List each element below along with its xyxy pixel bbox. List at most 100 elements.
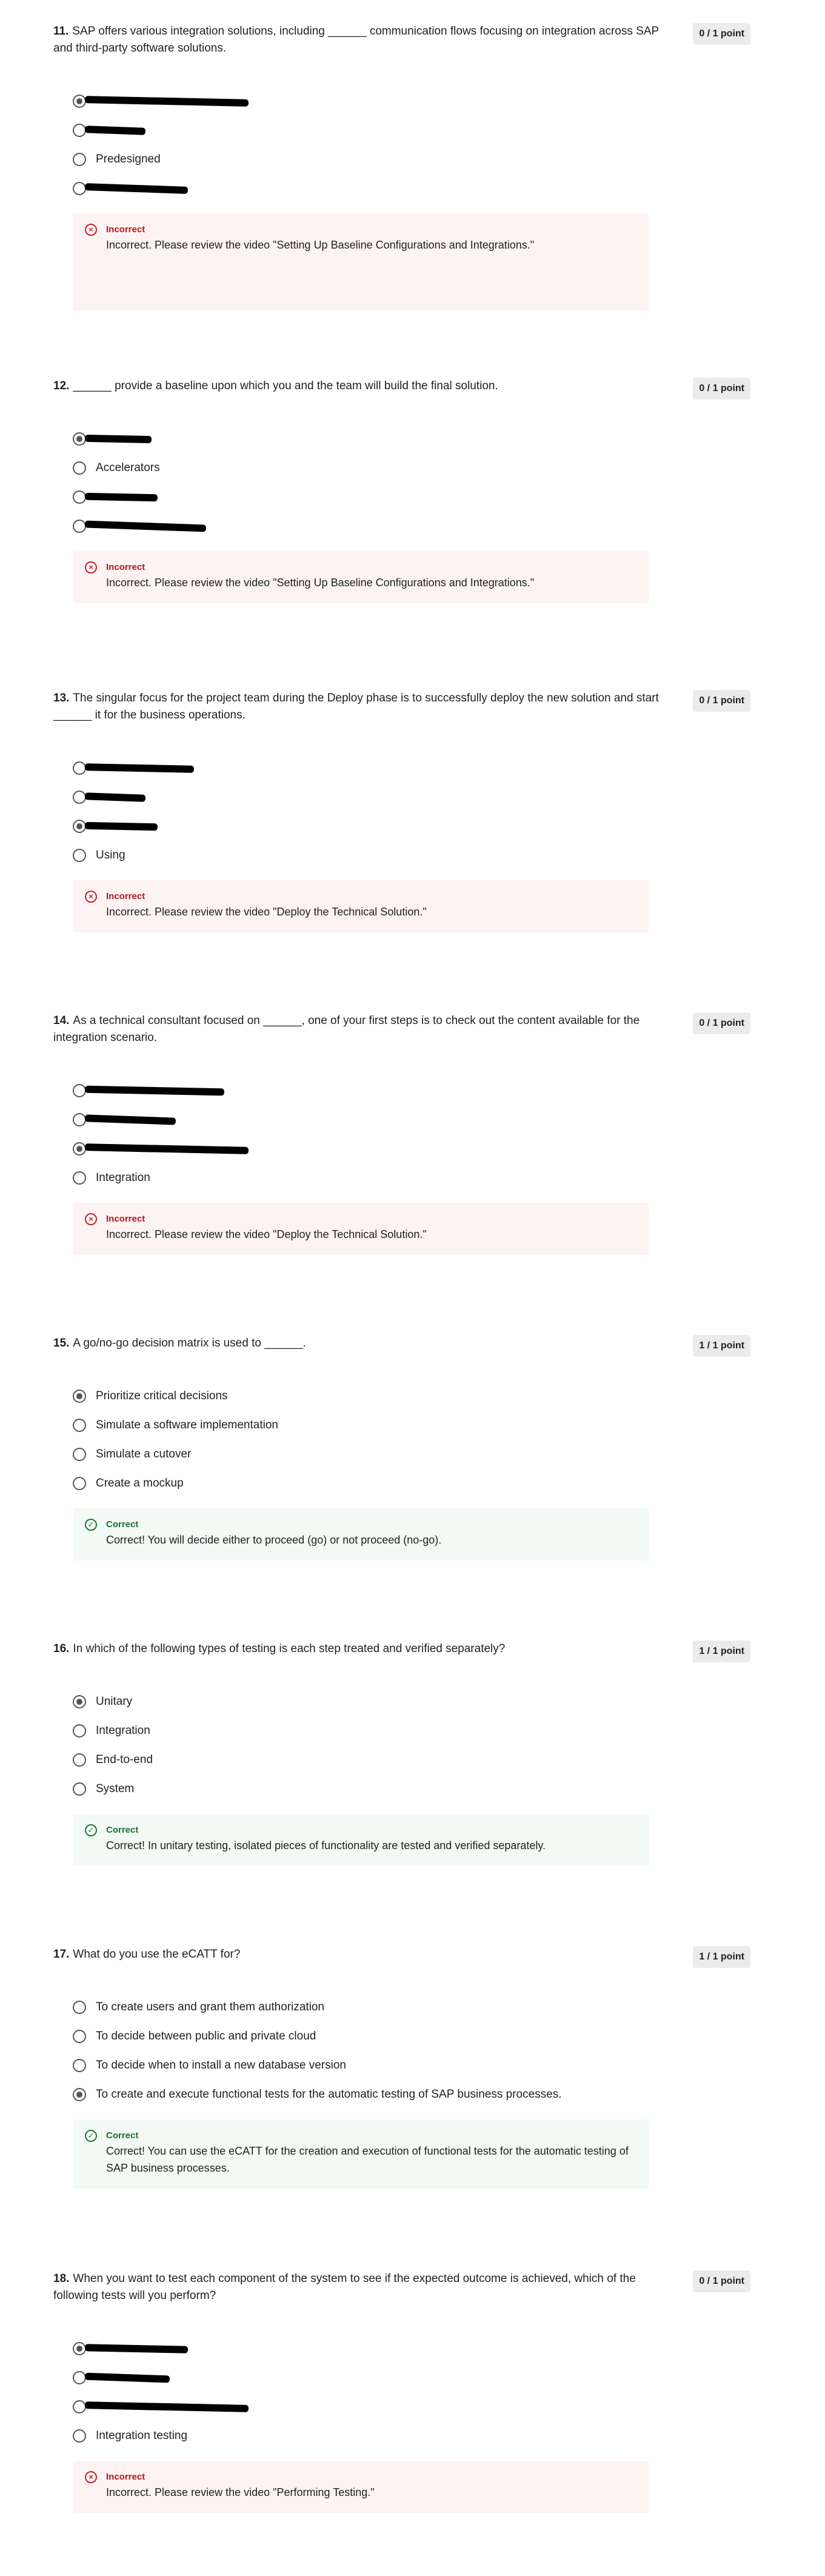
question-text: 15. A go/no-go decision matrix is used to… — [53, 1335, 750, 1357]
radio-unselected-icon[interactable] — [73, 124, 86, 137]
radio-unselected-icon[interactable] — [73, 1419, 86, 1432]
radio-selected-icon[interactable] — [73, 1695, 86, 1708]
points-badge: 0 / 1 point — [693, 2270, 750, 2292]
feedback-incorrect: × Incorrect Incorrect. Please review the v… — [73, 551, 649, 603]
radio-selected-icon[interactable] — [73, 2342, 86, 2355]
radio-selected-icon[interactable] — [73, 1390, 86, 1403]
redaction-mark — [84, 1143, 249, 1154]
close-icon: × — [85, 2471, 97, 2483]
answer-options: Using — [73, 748, 750, 875]
feedback-text: Correct! In unitary testing, isolated pi… — [106, 1839, 546, 1852]
radio-unselected-icon[interactable] — [73, 520, 86, 533]
radio-unselected-icon[interactable] — [73, 2001, 86, 2014]
redaction-mark — [84, 2372, 170, 2383]
radio-unselected-icon[interactable] — [73, 1753, 86, 1767]
question-12: 12. ______ provide a baseline upon which … — [53, 378, 750, 603]
answer-option-label: End-to-end — [96, 1753, 153, 1766]
answer-option-label: System — [96, 1782, 135, 1795]
radio-unselected-icon[interactable] — [73, 1782, 86, 1796]
feedback-incorrect: × Incorrect Incorrect. Please review the v… — [73, 880, 649, 932]
answer-option-label: Simulate a cutover — [96, 1448, 192, 1460]
answer-option-label: Unitary — [96, 1695, 133, 1708]
answer-option-label: Create a mockup — [96, 1477, 184, 1490]
feedback-text: Correct! You will decide either to proce… — [106, 1534, 442, 1546]
question-text: 11. SAP offers various integration soluti… — [53, 23, 750, 57]
question-prompt: The singular focus for the project team … — [53, 692, 659, 721]
answer-option[interactable] — [73, 506, 750, 546]
radio-unselected-icon[interactable] — [73, 1448, 86, 1461]
feedback-correct: ✓ Correct Correct! You can use the eCATT f… — [73, 2119, 649, 2189]
radio-unselected-icon[interactable] — [73, 153, 86, 166]
radio-unselected-icon[interactable] — [73, 1477, 86, 1490]
question-text: 14. As a technical consultant focused on … — [53, 1012, 750, 1046]
answer-option[interactable]: Create a mockup — [73, 1464, 750, 1504]
feedback-title: Correct — [106, 2130, 139, 2141]
feedback-title: Incorrect — [106, 224, 145, 235]
redaction-mark — [84, 183, 189, 194]
question-text: 13. The singular focus for the project te… — [53, 690, 750, 724]
radio-unselected-icon[interactable] — [73, 1084, 86, 1097]
points-badge: 1 / 1 point — [693, 1335, 750, 1357]
question-number: 15. — [53, 1337, 70, 1350]
answer-option[interactable]: Integration — [73, 1158, 750, 1198]
radio-unselected-icon[interactable] — [73, 182, 86, 195]
answer-options: Integration testing — [73, 2329, 750, 2456]
answer-option-label: Using — [96, 849, 125, 861]
points-badge: 1 / 1 point — [693, 1946, 750, 1968]
feedback-title: Incorrect — [106, 1214, 145, 1224]
question-prompt: SAP offers various integration solutions… — [53, 25, 659, 55]
answer-option[interactable]: Integration testing — [73, 2416, 750, 2456]
answer-option-label: Prioritize critical decisions — [96, 1390, 228, 1402]
question-text: 17. What do you use the eCATT for? 1 / 1 p… — [53, 1946, 750, 1968]
radio-unselected-icon[interactable] — [73, 1724, 86, 1738]
radio-unselected-icon[interactable] — [73, 2429, 86, 2443]
check-icon: ✓ — [85, 1519, 97, 1531]
redaction-mark — [84, 125, 146, 135]
radio-unselected-icon[interactable] — [73, 490, 86, 504]
radio-unselected-icon[interactable] — [73, 2400, 86, 2414]
radio-unselected-icon[interactable] — [73, 849, 86, 862]
radio-unselected-icon[interactable] — [73, 1113, 86, 1126]
radio-unselected-icon[interactable] — [73, 461, 86, 475]
radio-selected-icon[interactable] — [73, 820, 86, 833]
redaction-mark — [84, 792, 146, 802]
radio-selected-icon[interactable] — [73, 1142, 86, 1156]
answer-option-label: To create and execute functional tests f… — [96, 2088, 562, 2101]
answer-options: To create users and grant them authoriza… — [73, 1987, 750, 2115]
feedback-text: Incorrect. Please review the video "Perf… — [106, 2486, 375, 2498]
radio-unselected-icon[interactable] — [73, 1171, 86, 1185]
radio-unselected-icon[interactable] — [73, 2030, 86, 2043]
question-prompt: A go/no-go decision matrix is used to __… — [73, 1337, 306, 1350]
answer-option[interactable]: System — [73, 1769, 750, 1809]
radio-unselected-icon[interactable] — [73, 761, 86, 775]
answer-option-label: Predesigned — [96, 153, 161, 166]
question-text: 18. When you want to test each component … — [53, 2270, 750, 2304]
feedback-incorrect: × Incorrect Incorrect. Please review the v… — [73, 2461, 649, 2513]
check-icon: ✓ — [85, 2130, 97, 2142]
close-icon: × — [85, 891, 97, 903]
feedback-text: Incorrect. Please review the video "Sett… — [106, 577, 535, 589]
answer-option[interactable] — [73, 169, 750, 209]
question-number: 18. — [53, 2272, 70, 2285]
answer-options: Unitary Integration End-to-end System — [73, 1682, 750, 1809]
answer-option[interactable]: Using — [73, 835, 750, 875]
question-17: 17. What do you use the eCATT for? 1 / 1 p… — [53, 1946, 750, 2189]
feedback-correct: ✓ Correct Correct! You will decide either … — [73, 1508, 649, 1561]
answer-options: Predesigned — [73, 81, 750, 209]
radio-selected-icon[interactable] — [73, 95, 86, 108]
feedback-incorrect: × Incorrect Incorrect. Please review the v… — [73, 213, 649, 310]
radio-selected-icon[interactable] — [73, 2088, 86, 2101]
answer-option-label: Accelerators — [96, 461, 160, 474]
radio-unselected-icon[interactable] — [73, 2371, 86, 2384]
question-prompt: As a technical consultant focused on ___… — [53, 1014, 640, 1044]
redaction-mark — [84, 434, 152, 444]
question-prompt: ______ provide a baseline upon which you… — [73, 380, 498, 392]
answer-option[interactable]: To create and execute functional tests f… — [73, 2075, 750, 2115]
answer-options: Accelerators — [73, 419, 750, 546]
radio-selected-icon[interactable] — [73, 432, 86, 446]
answer-option-label: Integration — [96, 1171, 150, 1184]
redaction-mark — [84, 492, 158, 502]
redaction-mark — [84, 2401, 249, 2412]
radio-unselected-icon[interactable] — [73, 2059, 86, 2072]
radio-unselected-icon[interactable] — [73, 791, 86, 804]
